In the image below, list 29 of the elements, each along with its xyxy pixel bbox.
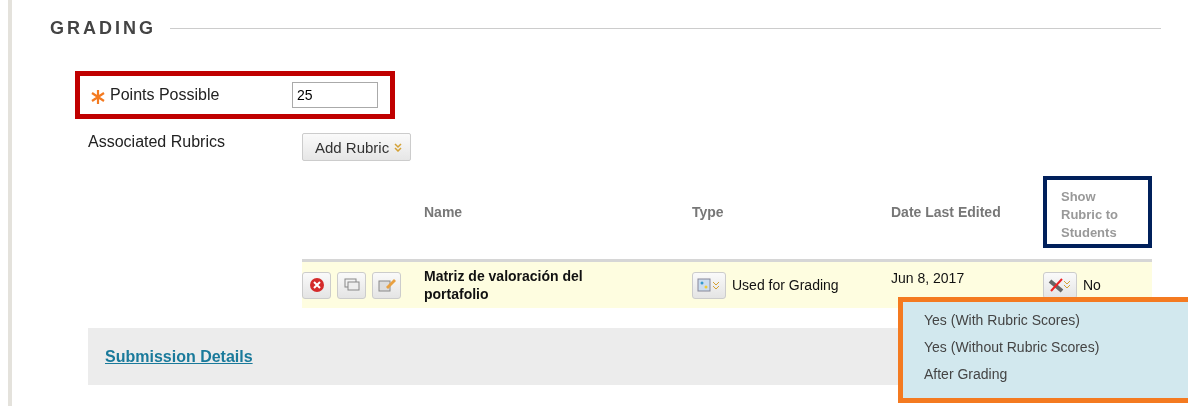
visibility-menu-button[interactable] bbox=[1043, 271, 1077, 299]
menu-item[interactable]: Yes (With Rubric Scores) bbox=[924, 312, 1188, 328]
add-rubric-button[interactable]: Add Rubric bbox=[302, 133, 412, 161]
delete-button[interactable] bbox=[302, 271, 331, 299]
crossed-out-chevron-icon bbox=[1048, 277, 1072, 293]
type-menu-button[interactable] bbox=[692, 271, 726, 299]
column-header: Show Rubric to Students bbox=[1043, 176, 1152, 248]
delete-icon bbox=[308, 277, 325, 293]
asterisk-icon bbox=[90, 89, 106, 105]
rubric-type: Used for Grading bbox=[732, 277, 839, 293]
points-input[interactable]: 25 bbox=[292, 82, 378, 108]
column-header: Type bbox=[692, 204, 725, 220]
field-label: Points Possible bbox=[110, 86, 220, 104]
edit-icon bbox=[377, 277, 396, 293]
show-value: No bbox=[1083, 277, 1101, 293]
date-text: Jun 8, 2017 bbox=[891, 270, 965, 286]
section-title: GRADING bbox=[50, 18, 156, 39]
rubric-name: Matriz de valoración del portafolio bbox=[424, 267, 584, 303]
field-label: Associated Rubrics bbox=[88, 133, 225, 150]
submission-details-link[interactable]: Submission Details bbox=[105, 347, 253, 366]
column-header: Date Last Edited bbox=[891, 204, 1002, 220]
copy-icon bbox=[343, 278, 360, 292]
chevron-icon bbox=[394, 142, 403, 152]
menu-item[interactable]: After Grading bbox=[924, 366, 1188, 382]
copy-button[interactable] bbox=[337, 271, 366, 299]
grid-chevron-icon bbox=[697, 278, 721, 292]
column-header: Name bbox=[424, 204, 464, 220]
menu-item[interactable]: Yes (Without Rubric Scores) bbox=[924, 339, 1188, 355]
edit-button[interactable] bbox=[372, 271, 401, 299]
